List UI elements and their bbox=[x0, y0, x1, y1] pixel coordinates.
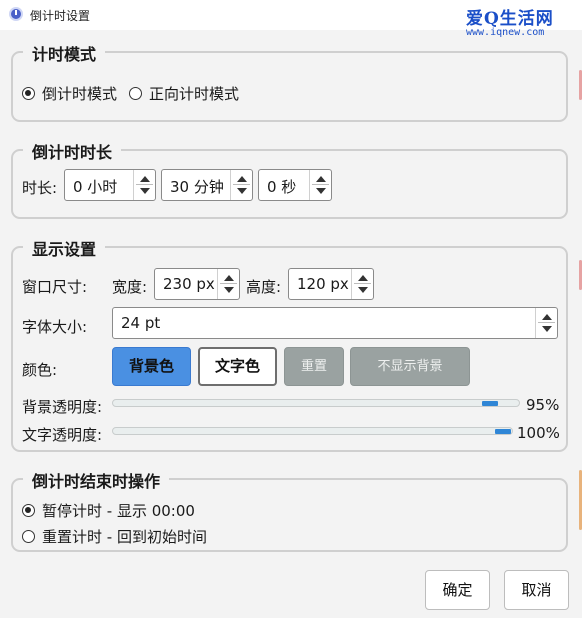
duration-label: 时长: bbox=[22, 179, 58, 197]
text-opacity-label: 文字透明度: bbox=[22, 426, 103, 444]
radio-countup-mode[interactable]: 正向计时模式 bbox=[129, 83, 239, 104]
chevron-up-icon[interactable] bbox=[237, 176, 247, 182]
text-opacity-value: 100% bbox=[517, 424, 560, 442]
seconds-value: 0 秒 bbox=[267, 178, 297, 196]
end-action-title: 倒计时结束时操作 bbox=[23, 468, 170, 492]
font-size-label: 字体大小: bbox=[22, 318, 88, 336]
window-title: 倒计时设置 bbox=[30, 9, 91, 23]
timer-mode-title: 计时模式 bbox=[23, 41, 106, 65]
chevron-up-icon[interactable] bbox=[316, 176, 326, 182]
height-spinbox[interactable]: 120 px bbox=[288, 268, 374, 300]
width-stepper[interactable] bbox=[217, 269, 239, 299]
display-settings-group: 显示设置 窗口尺寸: 宽度: 230 px 高度: 120 px 字体大小: 2… bbox=[11, 236, 568, 452]
window-size-label: 窗口尺寸: bbox=[22, 278, 88, 296]
hours-stepper[interactable] bbox=[133, 170, 155, 200]
radio-pause-label: 暂停计时 - 显示 00:00 bbox=[42, 502, 195, 520]
seconds-stepper[interactable] bbox=[309, 170, 331, 200]
timer-mode-group: 计时模式 倒计时模式 正向计时模式 bbox=[11, 41, 568, 122]
chevron-down-icon[interactable] bbox=[224, 287, 234, 293]
font-size-stepper[interactable] bbox=[535, 308, 557, 338]
radio-pause-timer[interactable]: 暂停计时 - 显示 00:00 bbox=[22, 500, 195, 521]
reset-color-button[interactable]: 重置 bbox=[284, 347, 344, 386]
background-color-button[interactable]: 背景色 bbox=[112, 347, 191, 386]
radio-indicator[interactable] bbox=[22, 87, 35, 100]
hours-value: 0 小时 bbox=[73, 178, 118, 196]
chevron-down-icon[interactable] bbox=[542, 326, 552, 332]
text-opacity-slider[interactable] bbox=[112, 427, 513, 435]
duration-title: 倒计时时长 bbox=[23, 139, 122, 163]
end-action-group: 倒计时结束时操作 暂停计时 - 显示 00:00 重置计时 - 回到初始时间 bbox=[11, 468, 568, 552]
watermark-logo: 爱Q生活网 www.iqnew.com bbox=[466, 4, 578, 40]
height-stepper[interactable] bbox=[351, 269, 373, 299]
radio-indicator[interactable] bbox=[22, 530, 35, 543]
bg-opacity-label: 背景透明度: bbox=[22, 398, 103, 416]
hours-spinbox[interactable]: 0 小时 bbox=[64, 169, 156, 201]
width-spinbox[interactable]: 230 px bbox=[154, 268, 240, 300]
watermark-url: www.iqnew.com bbox=[466, 27, 545, 38]
ok-button[interactable]: 确定 bbox=[425, 570, 490, 610]
cancel-button[interactable]: 取消 bbox=[504, 570, 569, 610]
chevron-up-icon[interactable] bbox=[140, 176, 150, 182]
hide-background-button[interactable]: 不显示背景 bbox=[350, 347, 470, 386]
radio-countdown-label: 倒计时模式 bbox=[42, 85, 118, 103]
radio-indicator[interactable] bbox=[129, 87, 142, 100]
chevron-down-icon[interactable] bbox=[358, 287, 368, 293]
bg-opacity-handle[interactable] bbox=[481, 401, 498, 406]
chevron-up-icon[interactable] bbox=[542, 314, 552, 320]
chevron-down-icon[interactable] bbox=[140, 188, 150, 194]
font-size-value: 24 pt bbox=[121, 314, 161, 332]
bg-opacity-value: 95% bbox=[526, 396, 560, 414]
height-label: 高度: bbox=[246, 278, 282, 296]
color-label: 颜色: bbox=[22, 361, 58, 379]
width-label: 宽度: bbox=[112, 278, 148, 296]
watermark-title: 爱Q生活网 bbox=[466, 9, 554, 29]
chevron-up-icon[interactable] bbox=[224, 275, 234, 281]
radio-indicator[interactable] bbox=[22, 504, 35, 517]
minutes-stepper[interactable] bbox=[230, 170, 252, 200]
radio-reset-timer[interactable]: 重置计时 - 回到初始时间 bbox=[22, 526, 207, 547]
font-size-spinbox[interactable]: 24 pt bbox=[112, 307, 558, 339]
radio-countdown-mode[interactable]: 倒计时模式 bbox=[22, 83, 117, 104]
seconds-spinbox[interactable]: 0 秒 bbox=[258, 169, 332, 201]
text-color-button[interactable]: 文字色 bbox=[198, 347, 277, 386]
chevron-down-icon[interactable] bbox=[316, 188, 326, 194]
width-value: 230 px bbox=[163, 275, 215, 293]
bg-opacity-slider[interactable] bbox=[112, 399, 520, 407]
display-settings-title: 显示设置 bbox=[23, 236, 106, 260]
radio-reset-label: 重置计时 - 回到初始时间 bbox=[42, 528, 207, 546]
chevron-up-icon[interactable] bbox=[358, 275, 368, 281]
duration-group: 倒计时时长 时长: 0 小时 30 分钟 0 秒 bbox=[11, 139, 568, 219]
radio-countup-label: 正向计时模式 bbox=[149, 85, 240, 103]
minutes-spinbox[interactable]: 30 分钟 bbox=[161, 169, 253, 201]
app-icon bbox=[9, 7, 23, 21]
chevron-down-icon[interactable] bbox=[237, 188, 247, 194]
text-opacity-handle[interactable] bbox=[495, 429, 511, 434]
minutes-value: 30 分钟 bbox=[170, 178, 224, 196]
height-value: 120 px bbox=[297, 275, 349, 293]
